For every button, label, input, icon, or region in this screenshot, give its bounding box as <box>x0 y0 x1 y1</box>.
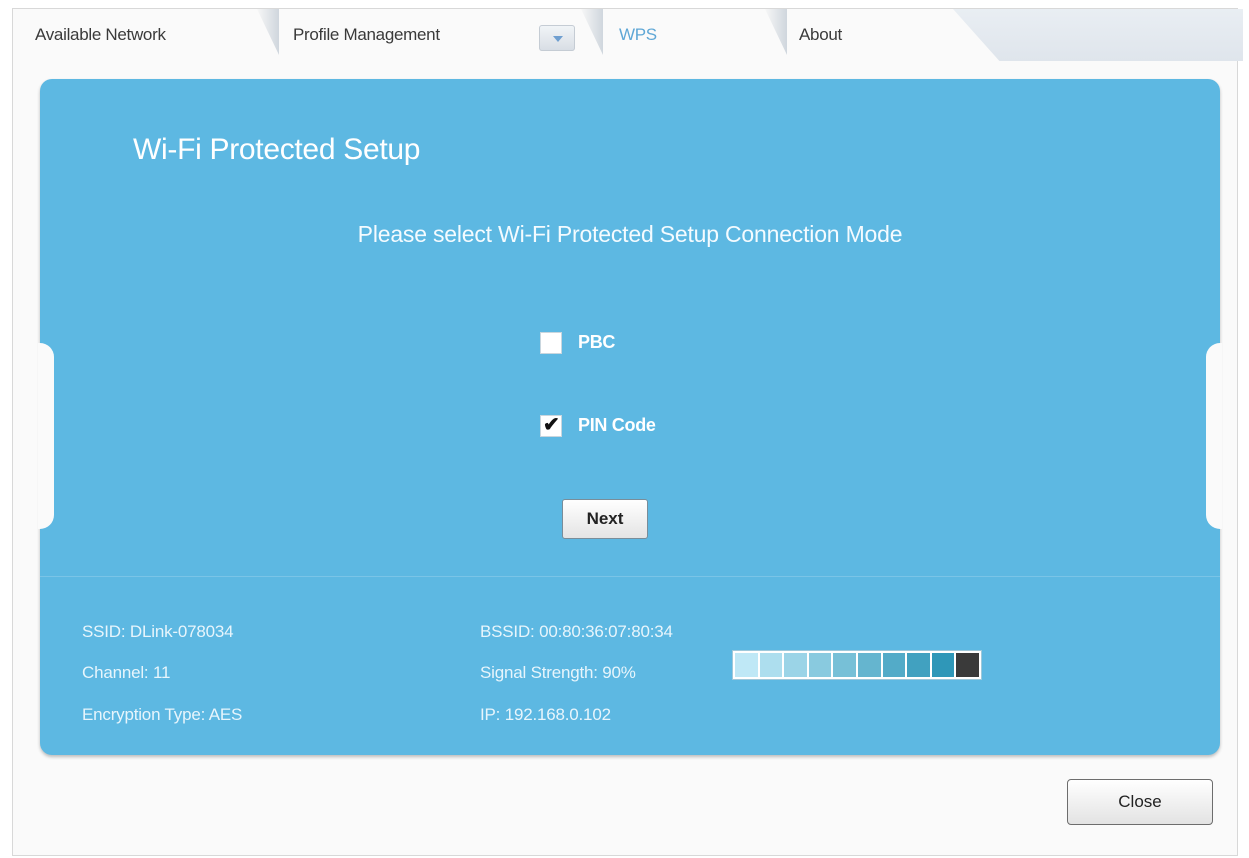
tab-profile-management[interactable]: Profile Management <box>293 9 440 61</box>
panel-subtitle: Please select Wi-Fi Protected Setup Conn… <box>357 221 903 247</box>
tab-bar: Available Network Profile Management WPS… <box>13 9 1243 69</box>
close-button[interactable]: Close <box>1067 779 1213 825</box>
chevron-down-icon <box>553 36 563 42</box>
pin-code-label: PIN Code <box>578 415 656 435</box>
checkmark-icon: ✔ <box>543 414 560 436</box>
signal-segment <box>759 653 783 677</box>
signal-segment <box>808 653 832 677</box>
signal-segment <box>735 653 758 677</box>
bssid-text: BSSID: 00:80:36:07:80:34 <box>480 622 673 641</box>
ip-text: IP: 192.168.0.102 <box>480 705 611 724</box>
tab-bar-filler <box>953 9 1243 61</box>
signal-segment <box>907 653 930 677</box>
tab-wps[interactable]: WPS <box>619 9 657 61</box>
signal-segment <box>857 653 881 677</box>
next-button[interactable]: Next <box>562 499 648 539</box>
pin-code-checkbox[interactable]: ✔ <box>540 414 562 437</box>
channel-text: Channel: 11 <box>82 663 171 682</box>
signal-segment <box>931 653 955 677</box>
app-window: Available Network Profile Management WPS… <box>12 8 1243 856</box>
panel-side-tab-left <box>38 343 54 529</box>
encryption-text: Encryption Type: AES <box>82 705 243 724</box>
signal-segment <box>956 653 979 677</box>
pbc-label: PBC <box>578 332 616 352</box>
pbc-checkbox[interactable] <box>540 332 562 354</box>
signal-strength-text: Signal Strength: 90% <box>480 663 636 682</box>
signal-strength-meter <box>732 650 982 680</box>
ssid-text: SSID: DLink-078034 <box>82 622 234 641</box>
tab-separator <box>257 9 279 55</box>
divider <box>40 576 1220 577</box>
panel-title: Wi-Fi Protected Setup <box>133 133 421 166</box>
panel-side-tab-right <box>1206 343 1222 529</box>
profile-dropdown-button[interactable] <box>539 25 575 51</box>
wps-panel: Wi-Fi Protected Setup Please select Wi-F… <box>40 79 1220 755</box>
signal-segment <box>882 653 906 677</box>
tab-separator <box>765 9 787 55</box>
signal-segment <box>784 653 807 677</box>
tab-about[interactable]: About <box>799 9 842 61</box>
tab-available-network[interactable]: Available Network <box>35 9 166 61</box>
tab-separator <box>581 9 603 55</box>
signal-segment <box>833 653 856 677</box>
